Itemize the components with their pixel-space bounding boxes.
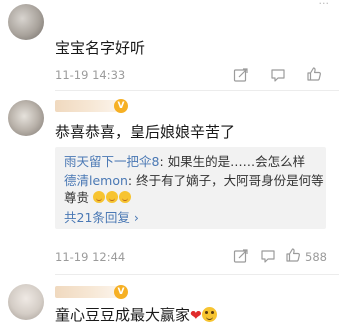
reply-text: 终于有了嫡子，大阿哥身份是何等 — [136, 173, 324, 188]
comment-text: 恭喜恭喜，皇后娘娘辛苦了 — [55, 123, 236, 141]
comment-time: 11-19 14:33 — [55, 68, 126, 82]
chevron-right-icon: › — [133, 210, 139, 225]
reply-separator: : — [127, 173, 137, 188]
reply-item: 德清lemon: 终于有了嫡子，大阿哥身份是何等 — [64, 172, 326, 189]
comment-text: 童心豆豆成最大赢家❤ — [55, 304, 217, 325]
replies-box[interactable]: 雨天留下一把伞8: 如果生的是……会怎么样 德清lemon: 终于有了嫡子，大阿… — [55, 147, 326, 229]
more-replies-label: 共21条回复 — [64, 210, 130, 225]
comment-divider — [55, 274, 339, 275]
verified-badge: V — [114, 285, 128, 299]
comment-icon[interactable] — [260, 248, 276, 264]
comment-item: 宝宝名字好听 11-19 14:33 — [0, 0, 339, 83]
comment-text: 宝宝名字好听 — [55, 39, 146, 57]
comment-time: 11-19 12:44 — [55, 250, 126, 264]
avatar[interactable] — [8, 4, 44, 40]
laughing-emoji-icon — [93, 191, 105, 203]
verified-badge: V — [114, 99, 128, 113]
share-icon[interactable] — [233, 248, 249, 264]
reply-item: 雨天留下一把伞8: 如果生的是……会怎么样 — [64, 153, 305, 170]
heart-icon: ❤ — [190, 308, 202, 324]
more-replies-link[interactable]: 共21条回复 › — [64, 207, 139, 226]
comment-text-body: 童心豆豆成最大赢家 — [55, 306, 191, 324]
laughing-emoji-icon — [106, 191, 118, 203]
like-icon[interactable] — [285, 247, 301, 263]
reply-separator: : — [159, 154, 168, 169]
like-icon[interactable] — [306, 66, 322, 82]
avatar[interactable] — [8, 284, 44, 320]
username-blurred[interactable] — [55, 100, 117, 112]
comment-icon[interactable] — [270, 67, 286, 83]
grin-emoji-icon — [201, 307, 217, 322]
avatar[interactable] — [8, 100, 44, 136]
reply-item-continued: 尊贵 — [64, 189, 132, 206]
like-count: 588 — [305, 250, 327, 264]
reply-text: 如果生的是……会怎么样 — [167, 154, 306, 169]
comment-divider — [55, 90, 339, 91]
laughing-emoji-icon — [119, 191, 131, 203]
reply-user[interactable]: 德清lemon — [64, 173, 128, 188]
reply-user[interactable]: 雨天留下一把伞8 — [64, 154, 159, 169]
reply-text: 尊贵 — [64, 190, 90, 205]
username-blurred[interactable] — [55, 286, 117, 298]
share-icon[interactable] — [233, 67, 249, 83]
